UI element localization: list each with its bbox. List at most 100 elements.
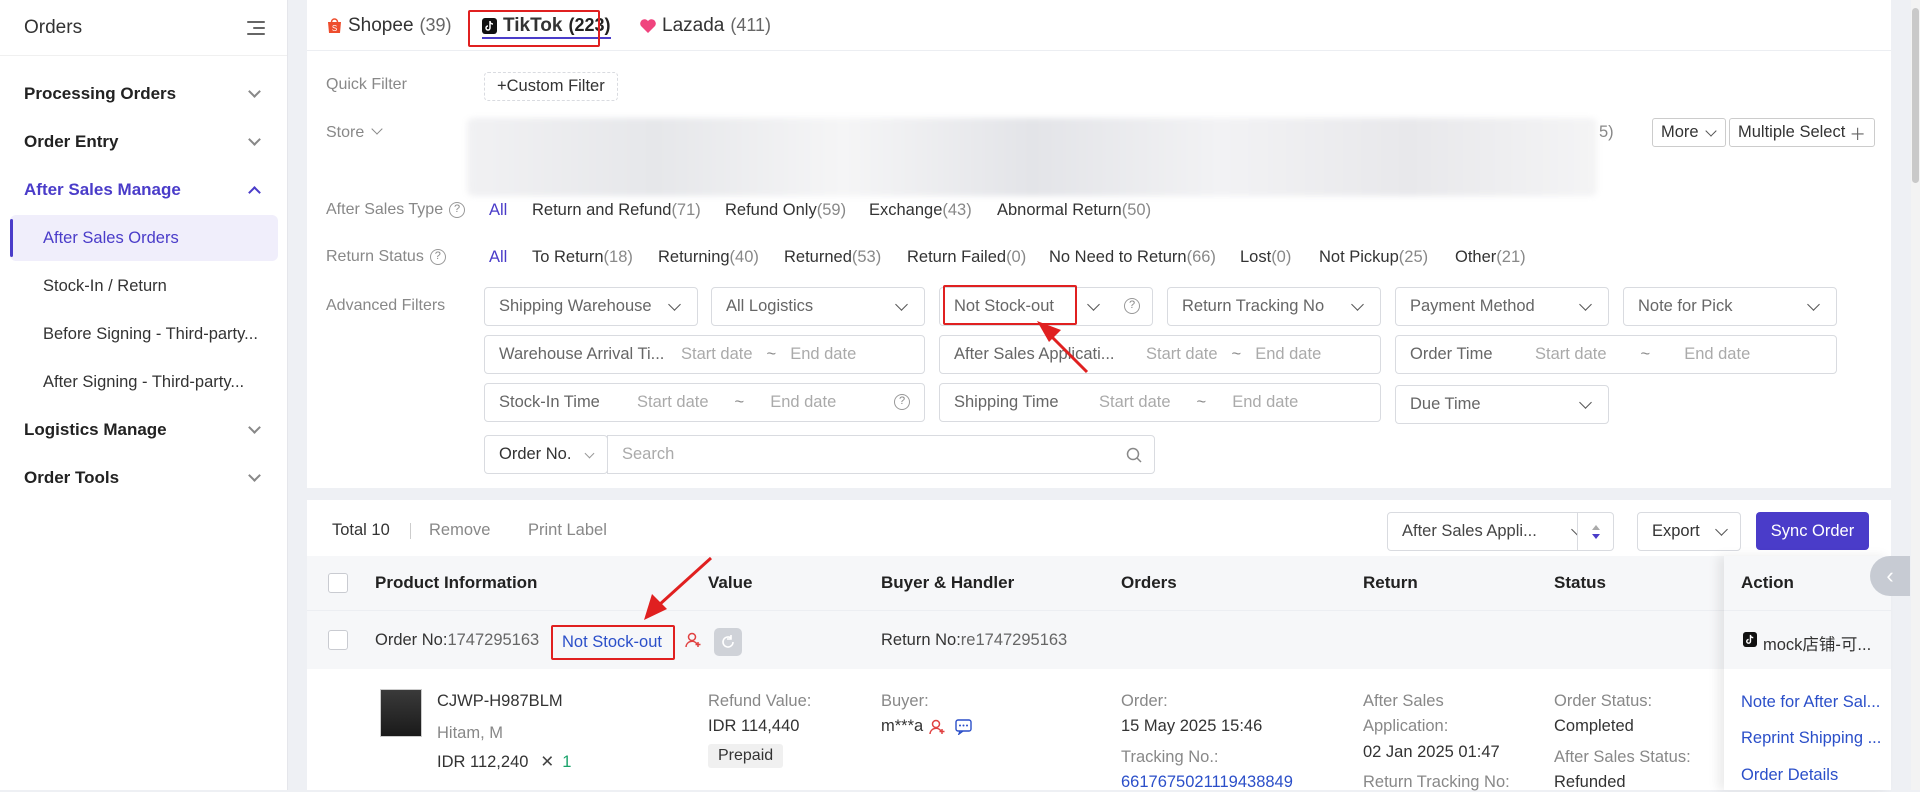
help-icon[interactable]: ?: [894, 394, 910, 410]
sort-icon: [1591, 524, 1600, 539]
reprint-shipping-link[interactable]: Reprint Shipping ...: [1741, 729, 1881, 748]
sidebar-subitem-after-signing[interactable]: After Signing - Third-party...: [10, 359, 278, 405]
sidebar-subitem-before-signing[interactable]: Before Signing - Third-party...: [10, 311, 278, 357]
sidebar-subitem-after-sales-orders[interactable]: After Sales Orders: [10, 215, 278, 261]
col-orders: Orders: [1121, 573, 1177, 592]
quick-filter-label: Quick Filter: [326, 76, 407, 93]
tracking-number-link[interactable]: 6617675021119438849: [1121, 773, 1293, 792]
product-thumbnail[interactable]: [380, 689, 422, 737]
select-all-checkbox[interactable]: [328, 573, 348, 593]
tiktok-store-icon: [1743, 632, 1757, 647]
custom-filter-button[interactable]: +Custom Filter: [484, 72, 618, 101]
shipping-warehouse-select[interactable]: Shipping Warehouse: [484, 287, 698, 326]
collapse-action-column-button[interactable]: ‹: [1870, 556, 1910, 596]
product-price: IDR 112,240 ✕ 1: [437, 753, 572, 771]
sidebar-item-after-sales-manage[interactable]: After Sales Manage: [24, 166, 263, 214]
help-icon[interactable]: ?: [429, 249, 446, 265]
product-sku: CJWP-H987BLM: [437, 692, 563, 710]
sidebar-item-order-entry[interactable]: Order Entry: [24, 118, 263, 166]
all-logistics-select[interactable]: All Logistics: [711, 287, 925, 326]
stock-in-time-range[interactable]: Stock-In Time Start date ~ End date?: [484, 383, 925, 422]
after-sales-application-range[interactable]: After Sales Applicati... Start date ~ End d…: [939, 335, 1381, 374]
store-label[interactable]: Store: [326, 123, 383, 142]
order-time-range[interactable]: Order Time Start date ~ End date: [1395, 335, 1837, 374]
return-status-to-return[interactable]: To Return(18): [532, 248, 633, 267]
sync-order-button[interactable]: Sync Order: [1756, 512, 1869, 550]
chevron-down-icon: [248, 85, 261, 98]
search-icon[interactable]: [1126, 447, 1142, 463]
col-action: Action: [1741, 573, 1794, 592]
tracking-label: Tracking No.:: [1121, 748, 1219, 766]
note-for-pick-select[interactable]: Note for Pick: [1623, 287, 1837, 326]
chevron-down-icon: [668, 298, 681, 311]
annotation-box-tiktok-tab: [468, 10, 600, 47]
user-handler-icon[interactable]: [685, 631, 703, 649]
order-no-field-select[interactable]: Order No.: [484, 435, 608, 474]
chevron-down-icon: [1807, 298, 1820, 311]
return-status-returning[interactable]: Returning(40): [658, 248, 759, 267]
help-icon[interactable]: ?: [1124, 298, 1140, 314]
after-sales-type-abnormal-return[interactable]: Abnormal Return(50): [997, 201, 1151, 220]
sidebar-item-logistics-manage[interactable]: Logistics Manage: [24, 406, 263, 454]
sidebar-item-order-tools[interactable]: Order Tools: [24, 454, 263, 502]
return-status-other[interactable]: Other(21): [1455, 248, 1526, 267]
sort-field-select[interactable]: After Sales Appli...: [1387, 512, 1601, 551]
order-row-checkbox[interactable]: [328, 630, 348, 650]
prepaid-tag: Prepaid: [708, 744, 784, 768]
chevron-down-icon: [1715, 523, 1728, 536]
return-status-not-pickup[interactable]: Not Pickup(25): [1319, 248, 1428, 267]
chevron-down-icon: [248, 421, 261, 434]
col-status: Status: [1554, 573, 1606, 592]
warehouse-arrival-range[interactable]: Warehouse Arrival Ti... Start date ~ End da…: [484, 335, 925, 374]
more-button[interactable]: More: [1652, 118, 1726, 147]
as-application-label-1: After Sales: [1363, 692, 1444, 710]
remove-button[interactable]: Remove: [429, 521, 490, 540]
sidebar-subitem-stock-in-return[interactable]: Stock-In / Return: [10, 263, 278, 309]
chevron-down-icon: [1579, 396, 1592, 409]
as-application-label-2: Application:: [1363, 717, 1449, 735]
help-icon[interactable]: ?: [449, 202, 466, 218]
action-column: Action mock店铺-可... Note for After Sal...…: [1724, 556, 1891, 790]
shipping-time-range[interactable]: Shipping Time Start date ~ End date: [939, 383, 1381, 422]
tab-shopee[interactable]: S Shopee (39): [327, 0, 452, 51]
chevron-down-icon: [248, 469, 261, 482]
order-no: Order No:1747295163: [375, 631, 540, 649]
sort-order-toggle[interactable]: [1577, 512, 1614, 551]
tab-lazada[interactable]: Lazada (411): [639, 0, 771, 51]
return-status-all[interactable]: All: [489, 248, 507, 267]
chevron-down-icon: [1351, 298, 1364, 311]
order-details-link[interactable]: Order Details: [1741, 766, 1838, 785]
annotation-arrow-badge: [644, 556, 713, 620]
search-input[interactable]: Search: [607, 435, 1155, 474]
return-status-no-need[interactable]: No Need to Return(66): [1049, 248, 1216, 267]
after-sales-type-refund-only[interactable]: Refund Only(59): [725, 201, 846, 220]
after-sales-type-return-refund[interactable]: Return and Refund(71): [532, 201, 701, 220]
chat-icon[interactable]: [955, 719, 972, 735]
return-tracking-no-select[interactable]: Return Tracking No: [1167, 287, 1381, 326]
shopee-icon: S: [328, 18, 341, 33]
after-sales-type-exchange[interactable]: Exchange(43): [869, 201, 972, 220]
store-count-tail: 5): [1599, 123, 1614, 141]
return-status-returned[interactable]: Returned(53): [784, 248, 881, 267]
refund-value: IDR 114,440: [708, 717, 800, 735]
after-sales-type-all[interactable]: All: [489, 201, 507, 220]
buyer-user-icon[interactable]: [929, 718, 947, 736]
print-label-button[interactable]: Print Label: [528, 521, 607, 540]
buyer-label: Buyer:: [881, 692, 929, 710]
refresh-icon[interactable]: [714, 628, 742, 656]
chevron-down-icon: [895, 298, 908, 311]
after-sales-type-label: After Sales Type?: [326, 201, 466, 219]
store-name: mock店铺-可...: [1763, 636, 1872, 654]
note-for-after-sales-link[interactable]: Note for After Sal...: [1741, 693, 1880, 712]
due-time-select[interactable]: Due Time: [1395, 385, 1609, 424]
payment-method-select[interactable]: Payment Method: [1395, 287, 1609, 326]
return-status-return-failed[interactable]: Return Failed(0): [907, 248, 1026, 267]
multiple-select-button[interactable]: Multiple Select ＋: [1729, 118, 1875, 147]
export-button[interactable]: Export: [1637, 512, 1741, 551]
collapse-menu-icon[interactable]: [245, 20, 265, 36]
return-status-lost[interactable]: Lost(0): [1240, 248, 1291, 267]
chevron-down-icon: [1579, 298, 1592, 311]
store-list-blurred: [467, 118, 1597, 196]
sidebar-item-processing-orders[interactable]: Processing Orders: [24, 70, 263, 118]
page-scrollbar[interactable]: [1911, 0, 1920, 790]
